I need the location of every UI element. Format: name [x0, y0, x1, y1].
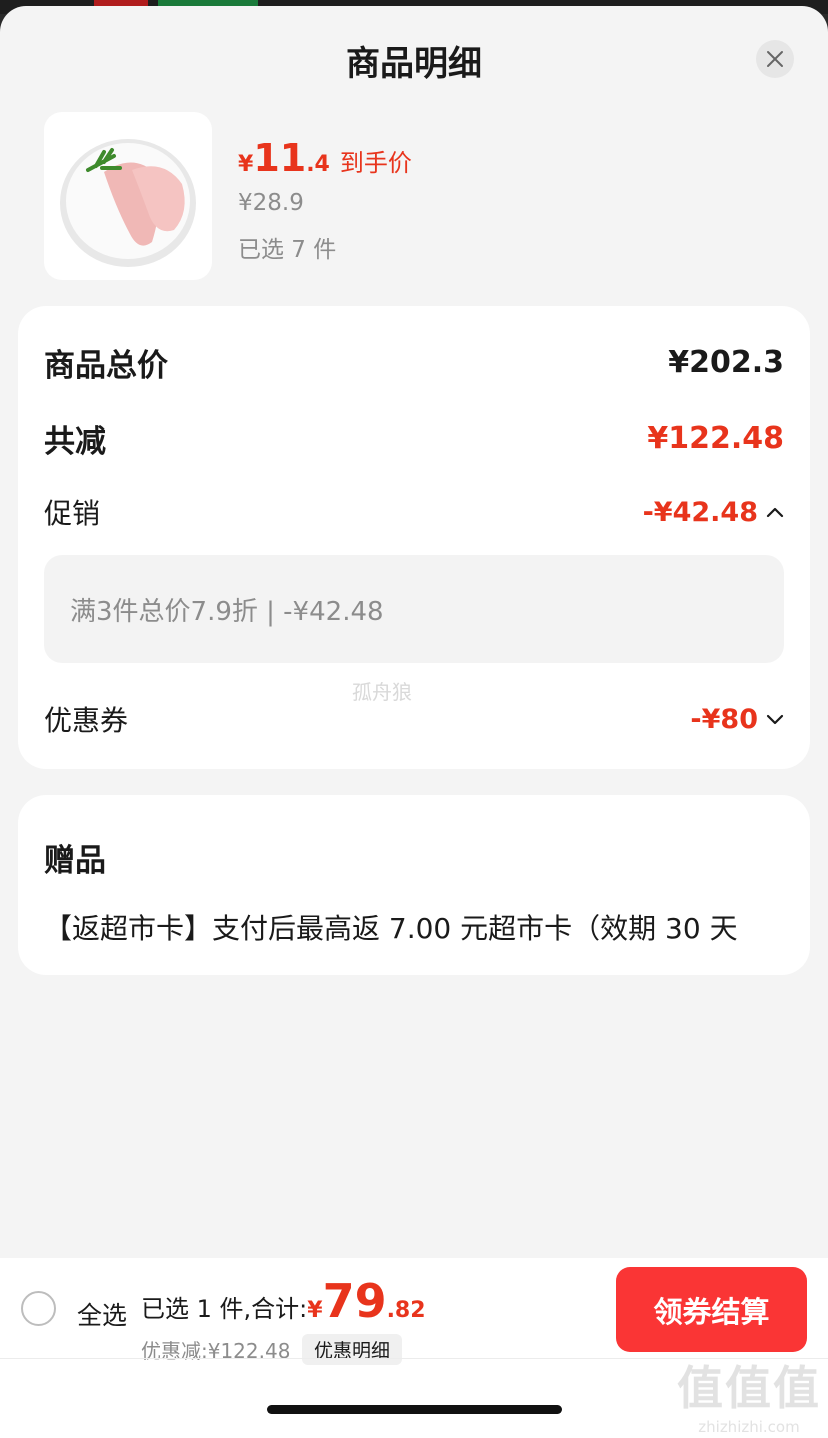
original-price: ¥28.9 — [238, 190, 304, 216]
summary-text: 已选 1 件,合计: — [141, 1295, 308, 1323]
total-summary: 已选 1 件,合计: ¥ 79 .82 — [141, 1274, 426, 1328]
chicken-breast-image — [60, 139, 196, 267]
home-indicator[interactable] — [267, 1405, 562, 1414]
final-price: ¥ 11 .4 到手价 — [238, 136, 412, 180]
reduction-label: 共减 — [44, 424, 106, 460]
promo-label: 促销 — [44, 497, 101, 530]
coupon-label: 优惠券 — [44, 704, 129, 737]
gift-card: 赠品 【返超市卡】支付后最高返 7.00 元超市卡（效期 30 天 — [18, 795, 810, 975]
reduction-row: 共减 ¥122.48 — [44, 416, 784, 461]
reduction-value: ¥122.48 — [647, 421, 784, 456]
gift-title: 赠品 — [44, 843, 106, 879]
select-all-checkbox[interactable] — [21, 1291, 56, 1326]
price-currency: ¥ — [238, 152, 254, 177]
coupon-row[interactable]: 优惠券 -¥80 — [44, 699, 784, 739]
site-watermark-logo: 值值值 — [677, 1361, 821, 1415]
watermark-text: 孤舟狼 — [352, 680, 412, 704]
discount-text: 优惠减:¥122.48 — [141, 1339, 291, 1363]
promo-detail: 满3件总价7.9折 | -¥42.48 — [44, 555, 784, 663]
site-watermark-url: zhizhizhi.com — [698, 1418, 800, 1436]
page-title: 商品明细 — [346, 44, 482, 84]
product-detail-sheet: 商品明细 ¥ 11 .4 到手价 ¥28.9 已选 7 件 商品总价 ¥202.… — [0, 6, 828, 1438]
price-label: 到手价 — [339, 149, 412, 177]
price-decimal: .4 — [306, 152, 330, 177]
total-decimal: .82 — [386, 1298, 426, 1323]
total-integer: 79 — [322, 1274, 387, 1328]
price-summary-card: 商品总价 ¥202.3 共减 ¥122.48 促销 -¥42.48 满3件总价7… — [18, 306, 810, 769]
gift-text: 【返超市卡】支付后最高返 7.00 元超市卡（效期 30 天 — [44, 912, 738, 945]
select-all-label[interactable]: 全选 — [77, 1296, 127, 1332]
total-row: 商品总价 ¥202.3 — [44, 340, 784, 385]
promo-value: -¥42.48 — [642, 496, 758, 528]
discount-detail-button[interactable]: 优惠明细 — [302, 1334, 403, 1365]
promo-row[interactable]: 促销 -¥42.48 — [44, 492, 784, 532]
price-integer: 11 — [253, 136, 307, 180]
total-label: 商品总价 — [44, 348, 168, 384]
close-button[interactable] — [756, 40, 794, 78]
checkout-button[interactable]: 领券结算 — [616, 1267, 807, 1352]
selected-count: 已选 7 件 — [238, 237, 337, 263]
product-image — [44, 112, 212, 280]
coupon-value: -¥80 — [690, 703, 758, 735]
close-icon — [767, 51, 783, 67]
chevron-up-icon[interactable] — [766, 506, 784, 518]
total-value: ¥202.3 — [668, 345, 784, 380]
chevron-down-icon[interactable] — [766, 713, 784, 725]
total-currency: ¥ — [307, 1298, 323, 1323]
site-watermark: 值值值 zhizhizhi.com — [676, 1352, 822, 1436]
